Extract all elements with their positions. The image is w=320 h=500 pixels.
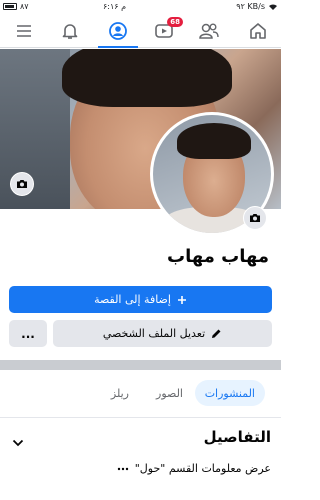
add-to-story-button[interactable]: إضافة إلى القصة <box>9 286 272 313</box>
nav-friends[interactable] <box>196 18 222 44</box>
profile-icon <box>109 22 127 40</box>
tab-posts[interactable]: المنشورات <box>194 380 265 406</box>
more-options-button[interactable]: ... <box>9 320 47 347</box>
top-nav-bar: 68 <box>0 14 281 48</box>
tab-reels[interactable]: ريلز <box>101 380 139 406</box>
tab-posts-label: المنشورات <box>204 386 255 400</box>
battery-icon <box>3 3 17 10</box>
tab-photos[interactable]: الصور <box>146 380 193 406</box>
nav-home[interactable] <box>245 18 271 44</box>
camera-icon <box>17 180 27 188</box>
status-bar: ۸۷ ۶:۱۶ م ۹۲ KB/s <box>0 0 281 14</box>
about-info-label: عرض معلومات القسم "حول" <box>134 462 271 475</box>
wifi-icon <box>269 3 277 10</box>
profile-tabs: المنشورات الصور ريلز <box>0 376 281 410</box>
status-time: ۶:۱۶ م <box>103 2 127 11</box>
more-options-label: ... <box>21 326 35 341</box>
notification-count-badge: 68 <box>167 17 183 27</box>
nav-profile[interactable] <box>105 18 131 44</box>
nav-active-indicator <box>98 46 138 48</box>
nav-menu[interactable] <box>11 18 37 44</box>
network-speed: ۹۲ KB/s <box>236 2 265 11</box>
status-left: ۸۷ <box>3 2 29 11</box>
friends-icon <box>199 23 219 39</box>
nav-notifications[interactable] <box>57 18 83 44</box>
edit-cover-camera-button[interactable] <box>10 172 34 196</box>
avatar-hair <box>177 123 251 159</box>
edit-profile-picture-camera-button[interactable] <box>243 206 267 230</box>
home-icon <box>250 23 266 39</box>
status-right: ۹۲ KB/s <box>236 2 278 11</box>
bell-icon <box>62 24 78 39</box>
nav-watch[interactable]: 68 <box>151 17 183 44</box>
hamburger-menu-icon <box>17 25 31 37</box>
tab-reels-label: ريلز <box>110 386 129 400</box>
section-divider <box>0 360 281 370</box>
plus-icon <box>177 295 186 304</box>
tab-photos-label: الصور <box>156 386 183 400</box>
profile-name: مهاب مهاب <box>166 246 269 267</box>
battery-level: ۸۷ <box>20 2 29 11</box>
tabs-separator <box>0 417 281 418</box>
edit-profile-button[interactable]: تعديل الملف الشخصي <box>53 320 272 347</box>
add-to-story-label: إضافة إلى القصة <box>94 293 171 306</box>
cover-photo-hair <box>62 49 232 107</box>
more-dots-icon <box>117 467 128 470</box>
camera-icon <box>250 214 260 222</box>
chevron-down-icon <box>12 439 24 447</box>
details-collapse-toggle[interactable] <box>12 432 24 451</box>
about-info-item[interactable]: عرض معلومات القسم "حول" <box>117 462 271 475</box>
details-heading: التفاصيل <box>203 428 271 446</box>
pencil-icon <box>212 329 221 338</box>
edit-profile-label: تعديل الملف الشخصي <box>102 327 206 340</box>
